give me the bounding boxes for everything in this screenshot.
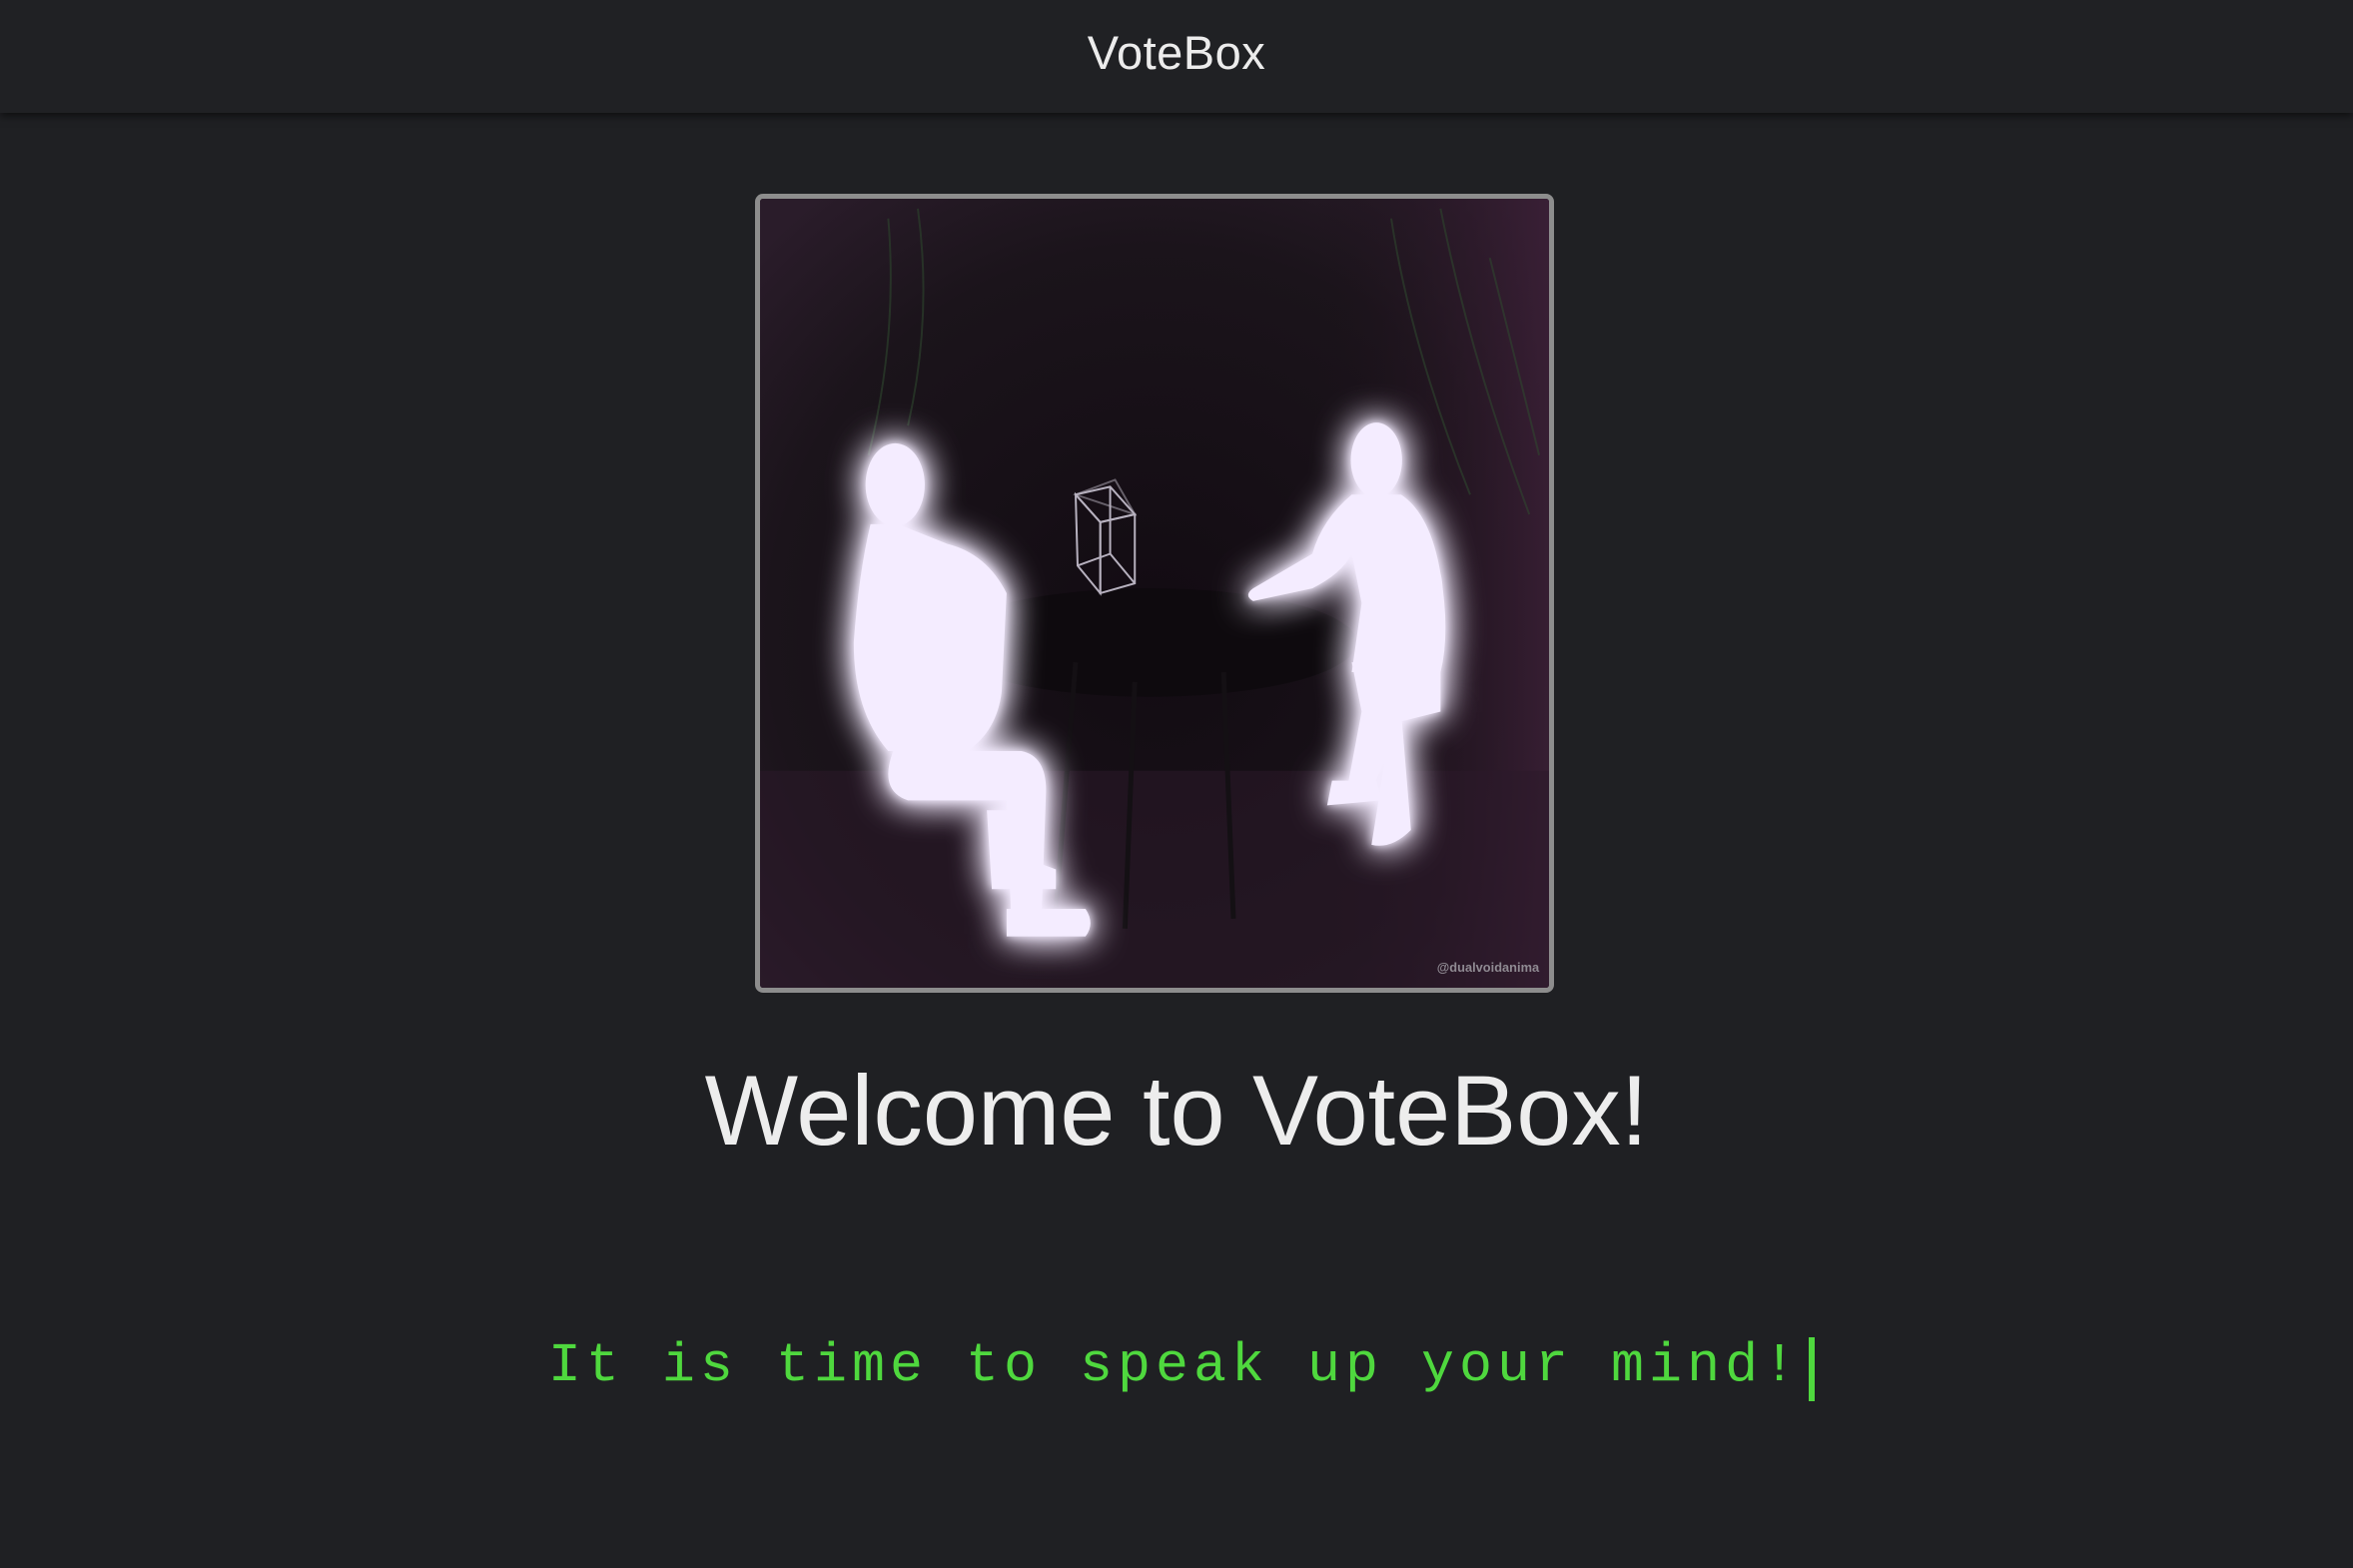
hero-illustration: @dualvoidanima <box>760 199 1549 988</box>
hero-image: @dualvoidanima <box>755 194 1554 993</box>
typewriter-tagline: It is time to speak up your mind! <box>547 1333 1802 1397</box>
watermark-text: @dualvoidanima <box>1437 960 1540 975</box>
text-caret <box>1809 1337 1816 1401</box>
top-app-bar: VoteBox <box>0 0 2353 113</box>
app-title: VoteBox <box>1087 26 1266 79</box>
tagline-container: It is time to speak up your mind! <box>0 1333 2353 1401</box>
welcome-heading: Welcome to VoteBox! <box>704 1055 1649 1166</box>
